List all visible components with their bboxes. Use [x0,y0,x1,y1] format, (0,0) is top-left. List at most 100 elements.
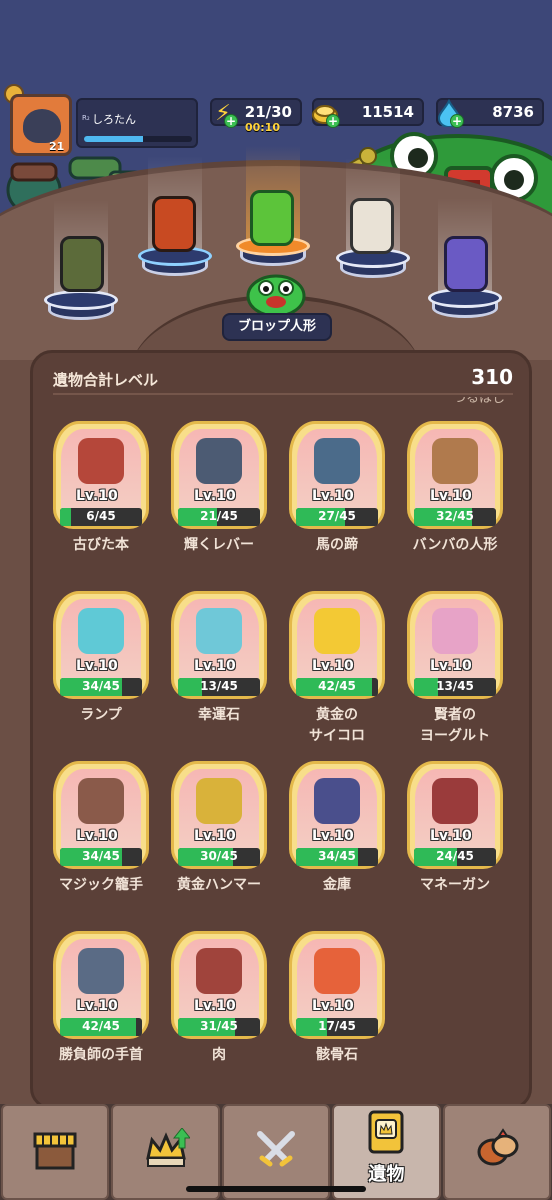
relic-name: 黄金の サイコロ [309,707,365,744]
relic-item-icon [432,608,478,654]
relic-card-frame[interactable]: Lv.10 31/45 [171,931,267,1039]
relic-card-frame[interactable]: Lv.10 6/45 [53,421,149,529]
relic-panel: 遺物合計レベル 310 つるはし Lv.10 6/45 古びた本 Lv.10 21/45… [30,350,532,1110]
relic-progress-text: 34/45 [318,849,356,863]
nav-shop[interactable] [1,1104,110,1200]
relic-item-icon [314,608,360,654]
pedestal-soldier[interactable] [44,200,118,320]
relic-progress-bar: 34/45 [296,848,378,866]
relic-level: Lv.10 [430,828,472,844]
relic-card[interactable]: Lv.10 31/45 肉 [171,931,267,1066]
relic-level: Lv.10 [194,488,236,504]
relic-progress-text: 42/45 [82,1019,120,1033]
add-energy-button[interactable]: + [224,114,238,128]
avatar[interactable]: 21 [10,94,72,156]
home-indicator [186,1186,366,1192]
relic-item-icon [432,438,478,484]
relic-card-frame[interactable]: Lv.10 34/45 [289,761,385,869]
relic-item-icon [196,608,242,654]
relic-progress-bar: 13/45 [414,678,496,696]
relic-item-icon [196,948,242,994]
relic-progress-bar: 6/45 [60,508,142,526]
relic-level: Lv.10 [194,998,236,1014]
relic-card-frame[interactable]: Lv.10 27/45 [289,421,385,529]
relic-progress-text: 34/45 [82,679,120,693]
relic-name: 肉 [212,1047,226,1063]
player-profile[interactable]: 21 [4,84,74,158]
relic-progress-bar: 21/45 [178,508,260,526]
lava-golem-figure-icon[interactable] [152,196,196,252]
relic-card[interactable]: Lv.10 34/45 金庫 [289,761,385,896]
relic-card[interactable]: Lv.10 42/45 勝負師の手首 [53,931,149,1066]
relic-card-frame[interactable]: Lv.10 13/45 [407,591,503,699]
relic-progress-text: 13/45 [200,679,238,693]
wizard-frog-figure-icon[interactable] [444,236,488,292]
add-coins-button[interactable]: + [326,114,340,128]
relic-card[interactable]: Lv.10 24/45 マネーガン [407,761,503,896]
relic-level: Lv.10 [430,658,472,674]
player-namebox[interactable]: R₂ しろたん [76,98,198,148]
pedestal-wizard[interactable] [428,198,502,318]
relic-card[interactable]: Lv.10 30/45 黄金ハンマー [171,761,267,896]
relic-name: 骸骨石 [316,1047,358,1063]
relic-card-frame[interactable]: Lv.10 13/45 [171,591,267,699]
energy-value: 21/30 [244,103,292,121]
frog-tank-figure-icon[interactable] [250,190,294,246]
relic-item-icon [196,438,242,484]
relic-progress-bar: 13/45 [178,678,260,696]
relic-card[interactable]: Lv.10 13/45 幸運石 [171,591,267,726]
relic-card[interactable]: Lv.10 34/45 ランプ [53,591,149,726]
relic-card[interactable]: Lv.10 27/45 馬の蹄 [289,421,385,556]
relic-level: Lv.10 [76,658,118,674]
blob-character-icon[interactable] [244,266,308,318]
crossed-swords-icon [257,1131,296,1167]
relic-card-frame[interactable]: Lv.10 42/45 [289,591,385,699]
relic-progress-bar: 34/45 [60,848,142,866]
relic-item-icon [78,438,124,484]
relic-progress-bar: 30/45 [178,848,260,866]
relic-progress-text: 21/45 [200,509,238,523]
xp-bar [84,136,192,142]
relic-name: ランプ [80,707,122,723]
shop-stall-icon [33,1132,77,1170]
add-gems-button[interactable]: + [450,114,464,128]
coin-counter[interactable]: + 11514 [312,98,424,128]
relic-card-frame[interactable]: Lv.10 30/45 [171,761,267,869]
relic-progress-text: 30/45 [200,849,238,863]
relic-card[interactable]: Lv.10 32/45 バンバの人形 [407,421,503,556]
relic-card[interactable]: Lv.10 17/45 骸骨石 [289,931,385,1066]
relic-card[interactable]: Lv.10 6/45 古びた本 [53,421,149,556]
relic-progress-text: 34/45 [82,849,120,863]
relic-card[interactable]: Lv.10 34/45 マジック籠手 [53,761,149,896]
relic-progress-bar: 42/45 [60,1018,142,1036]
hockey-mask-figure-icon[interactable] [350,198,394,254]
gem-counter[interactable]: + 8736 [436,98,544,128]
player-name: しろたん [92,113,136,126]
soldier-figure-icon[interactable] [60,236,104,292]
player-level: 21 [49,140,65,153]
relic-showcase-scene [0,0,552,360]
relic-card-frame[interactable]: Lv.10 42/45 [53,931,149,1039]
relic-card-frame[interactable]: Lv.10 32/45 [407,421,503,529]
relic-card-frame[interactable]: Lv.10 21/45 [171,421,267,529]
relic-card[interactable]: Lv.10 21/45 輝くレバー [171,421,267,556]
nav-other[interactable] [442,1104,552,1200]
relic-card-frame[interactable]: Lv.10 17/45 [289,931,385,1039]
relic-item-icon [432,778,478,824]
character-group-icon [477,1128,519,1166]
relic-card[interactable]: Lv.10 42/45 黄金の サイコロ [289,591,385,747]
total-level-value: 310 [471,365,513,389]
relic-level: Lv.10 [430,488,472,504]
relic-card-frame[interactable]: Lv.10 34/45 [53,761,149,869]
relic-progress-bar: 42/45 [296,678,378,696]
relic-card[interactable]: Lv.10 13/45 賢者の ヨーグルト [407,591,503,747]
relic-name: 馬の蹄 [316,537,358,553]
relic-name: マネーガン [420,877,490,893]
relic-name: 黄金ハンマー [177,877,261,893]
relic-level: Lv.10 [312,488,354,504]
relic-name: マジック籠手 [59,877,143,893]
relic-item-icon [78,778,124,824]
relic-card-frame[interactable]: Lv.10 24/45 [407,761,503,869]
relic-level: Lv.10 [76,828,118,844]
relic-card-frame[interactable]: Lv.10 34/45 [53,591,149,699]
